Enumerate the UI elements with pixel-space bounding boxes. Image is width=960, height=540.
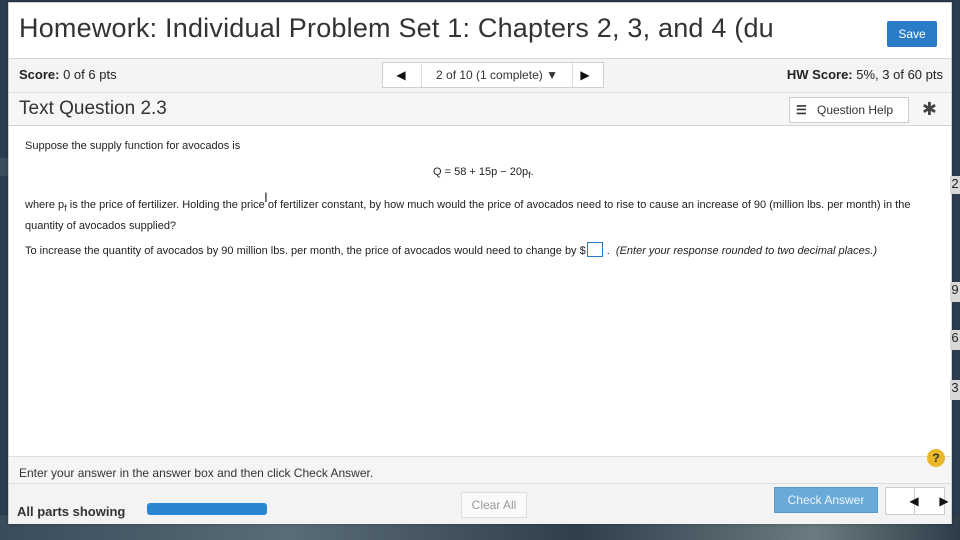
check-answer-button[interactable]: Check Answer [774, 487, 878, 513]
triangle-right-icon: ▶ [939, 494, 949, 508]
page-title: Homework: Individual Problem Set 1: Chap… [19, 13, 774, 43]
question-help-button[interactable]: ☰ Question Help [789, 97, 909, 123]
question-position: 2 of 10 (1 complete) [436, 68, 543, 82]
all-parts-label: All parts showing [17, 504, 126, 519]
instruction-text: Enter your answer in the answer box and … [19, 466, 374, 480]
title-bar: Homework: Individual Problem Set 1: Chap… [9, 3, 951, 59]
question-navigator: ◀ 2 of 10 (1 complete) ▼ ▶ [382, 62, 604, 88]
edge-fragment: 6 [950, 330, 960, 350]
help-icon[interactable]: ? [927, 449, 945, 467]
edge-fragment: 2 [950, 176, 960, 194]
edge-fragment: 9 [950, 282, 960, 302]
background-fragment [0, 158, 8, 176]
prompt-after: . [606, 245, 610, 257]
answer-prompt: To increase the quantity of avocados by … [25, 242, 935, 260]
score-bar: Score: 0 of 6 pts ◀ 2 of 10 (1 complete)… [9, 59, 951, 93]
question-title: Text Question 2.3 [19, 98, 167, 119]
bottom-bar: All parts showing Clear All Check Answer… [9, 483, 951, 524]
parts-progress-bar [147, 503, 267, 515]
bottom-previous-button[interactable]: ◀ [886, 488, 919, 514]
instruction-bar: Enter your answer in the answer box and … [9, 449, 951, 483]
question-help-label: Question Help [817, 103, 894, 117]
question-intro: Suppose the supply function for avocados… [25, 140, 241, 152]
hw-score: HW Score: 5%, 3 of 60 pts [787, 67, 943, 82]
parts-progress-fill [147, 503, 267, 515]
gear-icon[interactable]: ✱ [922, 99, 937, 120]
question-content: Suppose the supply function for avocados… [9, 126, 951, 456]
question-header: Text Question 2.3 ☰ Question Help ✱ [9, 93, 951, 126]
save-button[interactable]: Save [887, 21, 937, 47]
hw-score-label: HW Score: [786, 67, 853, 82]
bottom-question-navigator: ◀ ▶ [885, 487, 949, 515]
score-label: Score: [19, 67, 60, 82]
clear-all-button[interactable]: Clear All [461, 492, 527, 518]
next-question-button[interactable]: ▶ [571, 63, 599, 87]
previous-question-button[interactable]: ◀ [387, 63, 415, 87]
prompt-before: To increase the quantity of avocados by … [25, 245, 586, 257]
chevron-down-icon: ▼ [546, 68, 558, 82]
answer-input[interactable] [586, 242, 603, 257]
hw-score-value: 5%, 3 of 60 pts [856, 67, 943, 82]
homework-window: Homework: Individual Problem Set 1: Chap… [8, 2, 952, 524]
list-icon: ☰ [796, 103, 807, 117]
body-part2: is the price of fertilizer. Holding the … [25, 199, 911, 233]
edge-fragment: 3 [950, 380, 960, 400]
bottom-next-button[interactable]: ▶ [916, 488, 948, 514]
score: Score: 0 of 6 pts [19, 67, 117, 82]
prompt-hint: (Enter your response rounded to two deci… [615, 245, 877, 257]
equation-main: Q = 58 + 15p − 20p [433, 166, 529, 178]
body-part1: where p [25, 199, 65, 211]
equation-end: . [530, 166, 534, 178]
score-value: 0 of 6 pts [63, 67, 117, 82]
question-body: where pf is the price of fertilizer. Hol… [25, 196, 935, 235]
triangle-right-icon: ▶ [580, 68, 590, 82]
supply-equation: Q = 58 + 15p − 20pf. [433, 166, 534, 180]
triangle-left-icon: ◀ [396, 68, 406, 82]
question-select[interactable]: 2 of 10 (1 complete) ▼ [421, 63, 573, 87]
